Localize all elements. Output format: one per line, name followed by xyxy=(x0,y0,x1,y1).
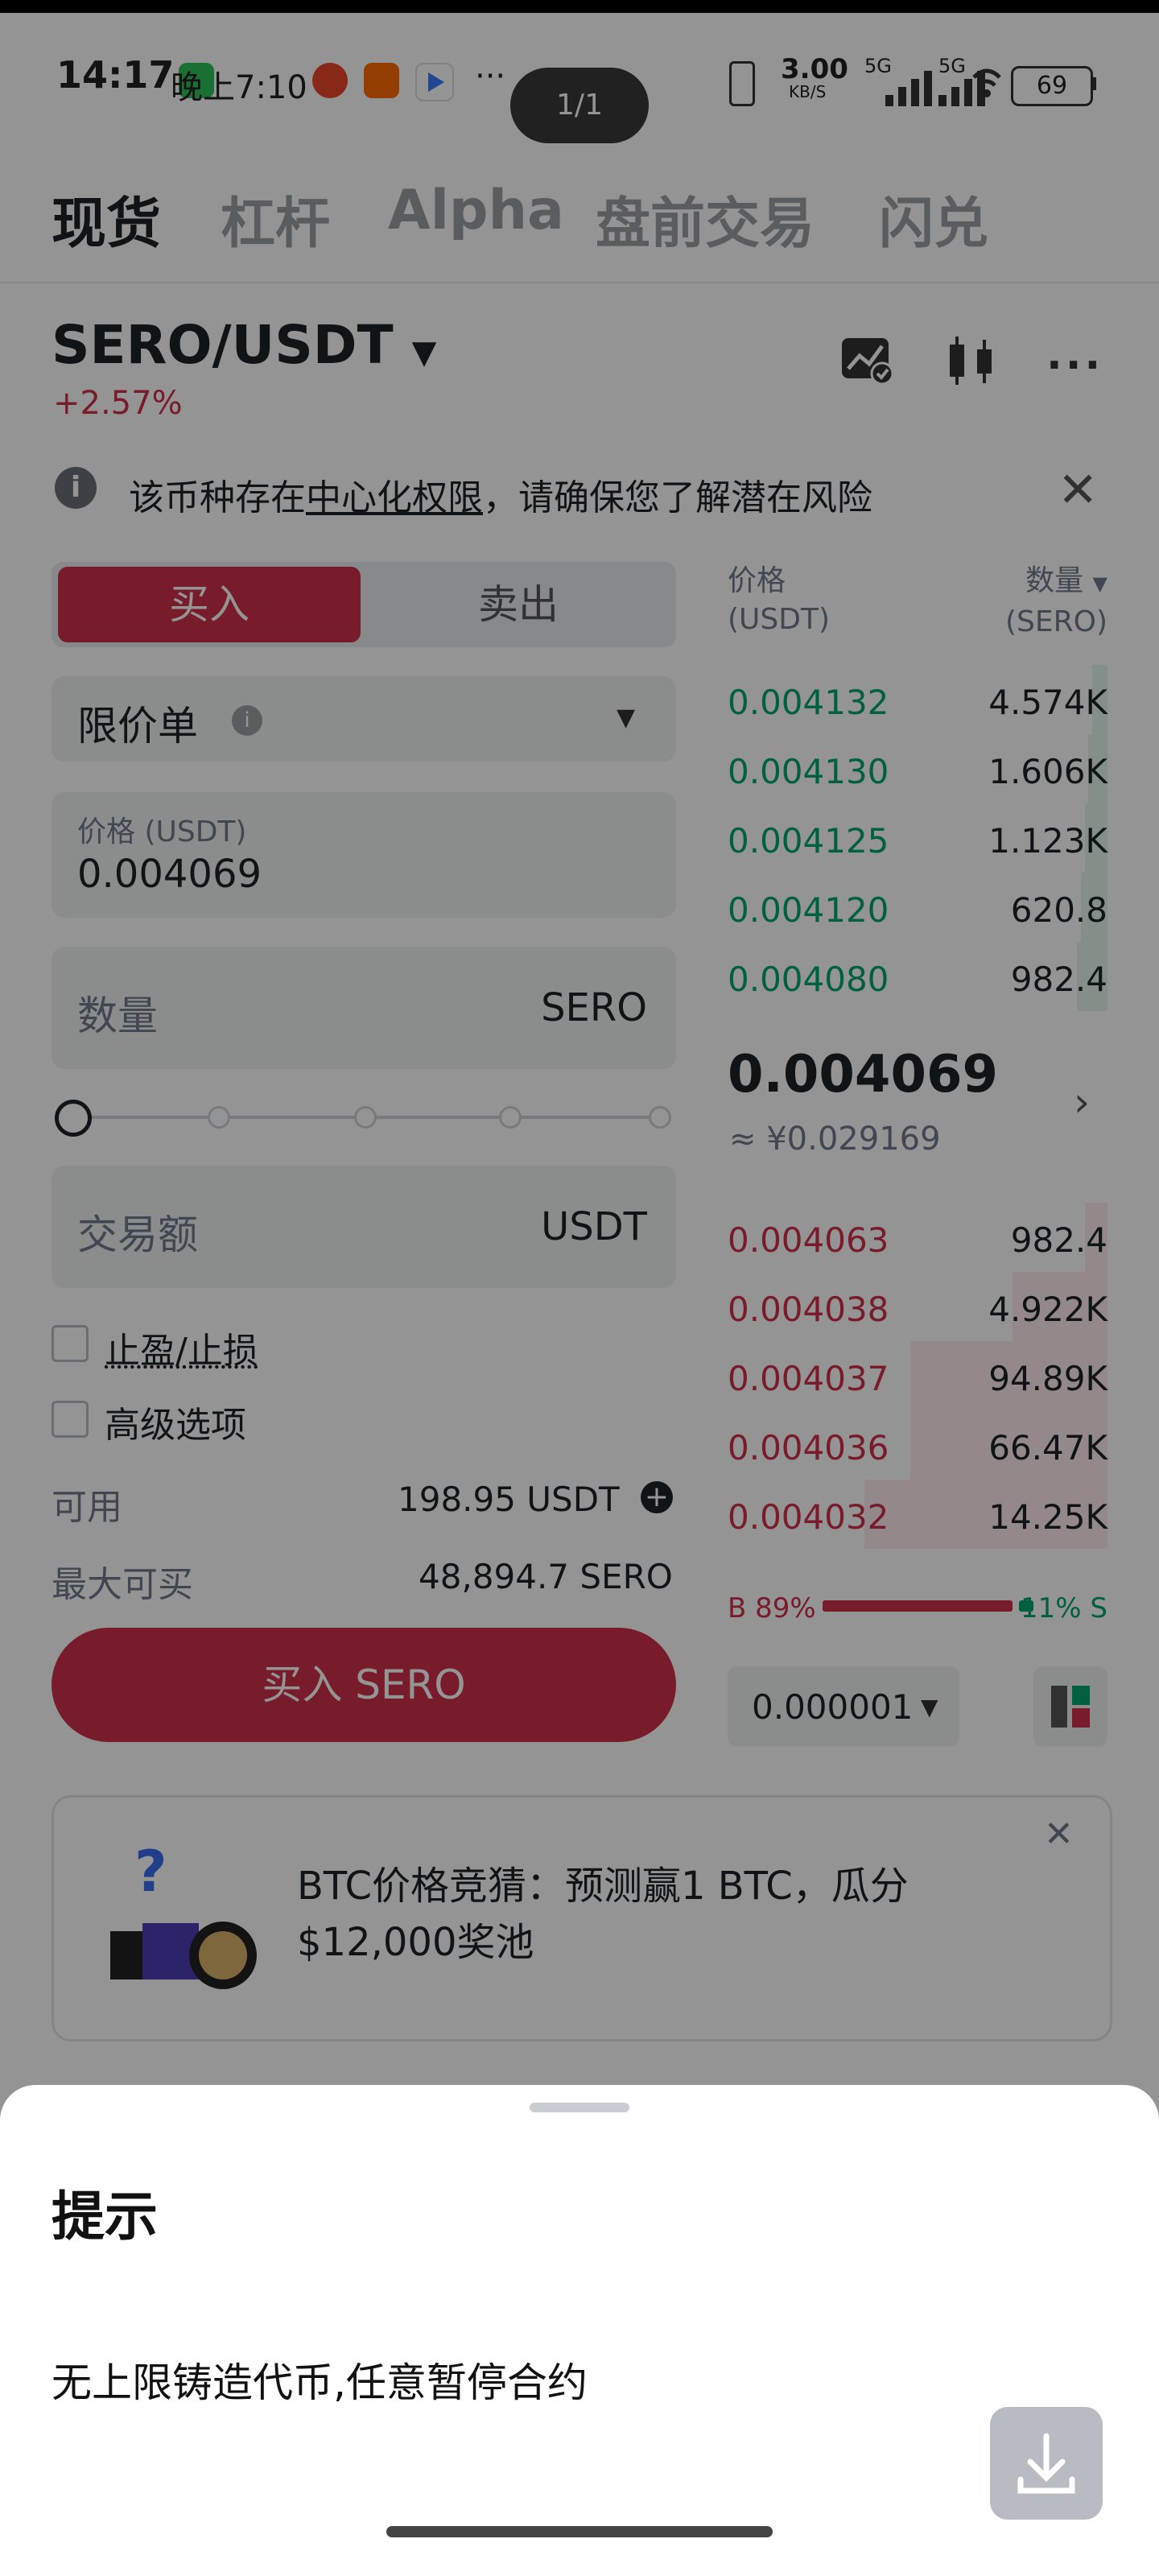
sheet-drag-handle[interactable] xyxy=(530,2103,629,2112)
bottom-sheet: 提示 无上限铸造代币,任意暂停合约 xyxy=(0,2085,1159,2576)
home-indicator[interactable] xyxy=(386,2526,773,2537)
download-icon xyxy=(1017,2433,1075,2494)
sheet-title: 提示 xyxy=(52,2186,158,2248)
sheet-message: 无上限铸造代币,任意暂停合约 xyxy=(52,2359,588,2406)
download-button[interactable] xyxy=(990,2407,1103,2520)
